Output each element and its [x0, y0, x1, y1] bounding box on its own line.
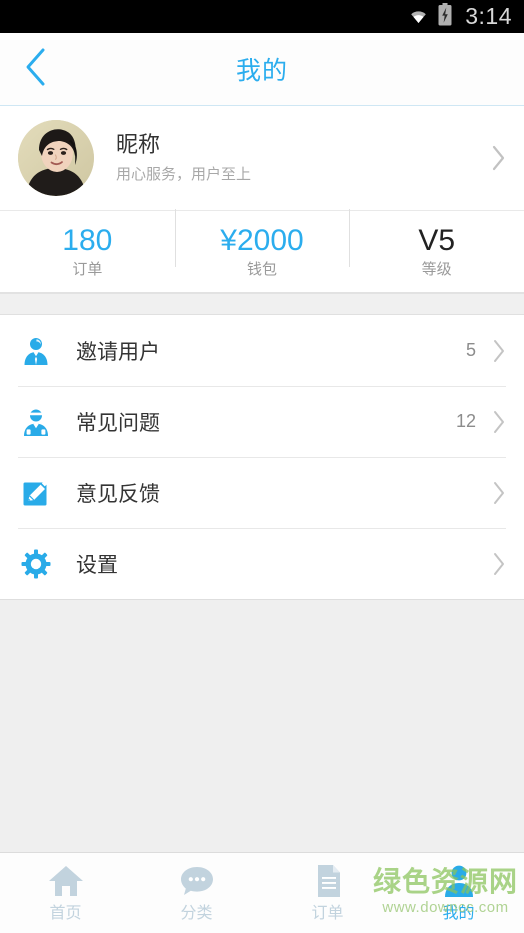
stat-wallet-label: 钱包	[247, 261, 278, 278]
person-icon	[441, 862, 477, 900]
chevron-right-icon	[491, 145, 506, 171]
page-title: 我的	[235, 57, 288, 85]
stats-row: 180 订单 ¥2000 钱包 V5 等级	[0, 209, 524, 293]
menu-item-faq[interactable]: 常见问题 12	[0, 386, 524, 457]
menu-item-faq-label: 常见问题	[76, 411, 160, 435]
menu-list: 邀请用户 5 常见问题 12 意见反馈 设置	[0, 315, 524, 599]
bottom-tab-bar: 首页 分类 订单 我的 绿色资源网 www.downcc.com	[0, 852, 524, 933]
profile-name: 昵称	[116, 132, 161, 157]
avatar[interactable]	[18, 120, 94, 196]
tab-category[interactable]: 分类	[131, 853, 262, 933]
profile-row[interactable]: 昵称 用心服务，用户至上	[0, 106, 524, 211]
tab-orders[interactable]: 订单	[262, 853, 393, 933]
tab-home[interactable]: 首页	[0, 853, 131, 933]
chevron-right-icon	[492, 339, 506, 363]
menu-item-invite-user-count: 5	[465, 340, 476, 360]
profile-text: 昵称 用心服务，用户至上	[94, 132, 491, 183]
menu-item-faq-count: 12	[455, 411, 476, 431]
stat-orders-label: 订单	[72, 261, 103, 278]
empty-content-area	[0, 599, 524, 852]
stat-wallet-value: ¥2000	[220, 224, 304, 257]
profile-subtitle: 用心服务，用户至上	[116, 166, 252, 183]
tab-orders-label: 订单	[311, 905, 344, 922]
wifi-icon	[406, 5, 431, 29]
stat-level-value: V5	[418, 224, 456, 257]
document-icon	[310, 862, 346, 900]
menu-item-feedback[interactable]: 意见反馈	[0, 457, 524, 528]
menu-item-invite-user-label: 邀请用户	[76, 340, 160, 364]
chevron-right-icon	[492, 410, 506, 434]
chevron-right-icon	[492, 552, 506, 576]
menu-item-invite-user[interactable]: 邀请用户 5	[0, 315, 524, 386]
battery-charging-icon	[438, 2, 452, 31]
section-divider	[0, 293, 524, 315]
feedback-pencil-icon	[18, 478, 54, 508]
chevron-right-icon	[492, 481, 506, 505]
tab-category-label: 分类	[180, 905, 213, 922]
tab-profile-label: 我的	[442, 905, 475, 922]
home-icon	[48, 862, 84, 900]
invite-user-icon	[18, 336, 54, 366]
stat-level-label: 等级	[421, 261, 452, 278]
faq-support-icon	[18, 407, 54, 437]
status-bar: 3:14	[0, 0, 524, 33]
tab-home-label: 首页	[49, 905, 82, 922]
stat-level[interactable]: V5 等级	[349, 209, 524, 278]
stat-orders[interactable]: 180 订单	[0, 224, 175, 278]
menu-item-settings-label: 设置	[76, 553, 118, 577]
menu-item-settings[interactable]: 设置	[0, 528, 524, 599]
stat-orders-value: 180	[62, 224, 113, 257]
stat-wallet[interactable]: ¥2000 钱包	[174, 209, 350, 278]
tab-profile[interactable]: 我的	[393, 853, 524, 933]
status-icons: 3:14	[406, 2, 512, 31]
page-header: 我的	[0, 33, 524, 106]
status-time: 3:14	[465, 3, 512, 29]
chat-bubble-icon	[179, 862, 215, 900]
app-screen: 3:14 我的 昵称 用心服务，用户至上 180 订单 ¥2000 钱包 V5 …	[0, 0, 524, 933]
menu-item-feedback-label: 意见反馈	[76, 482, 160, 506]
settings-gear-icon	[18, 549, 54, 579]
